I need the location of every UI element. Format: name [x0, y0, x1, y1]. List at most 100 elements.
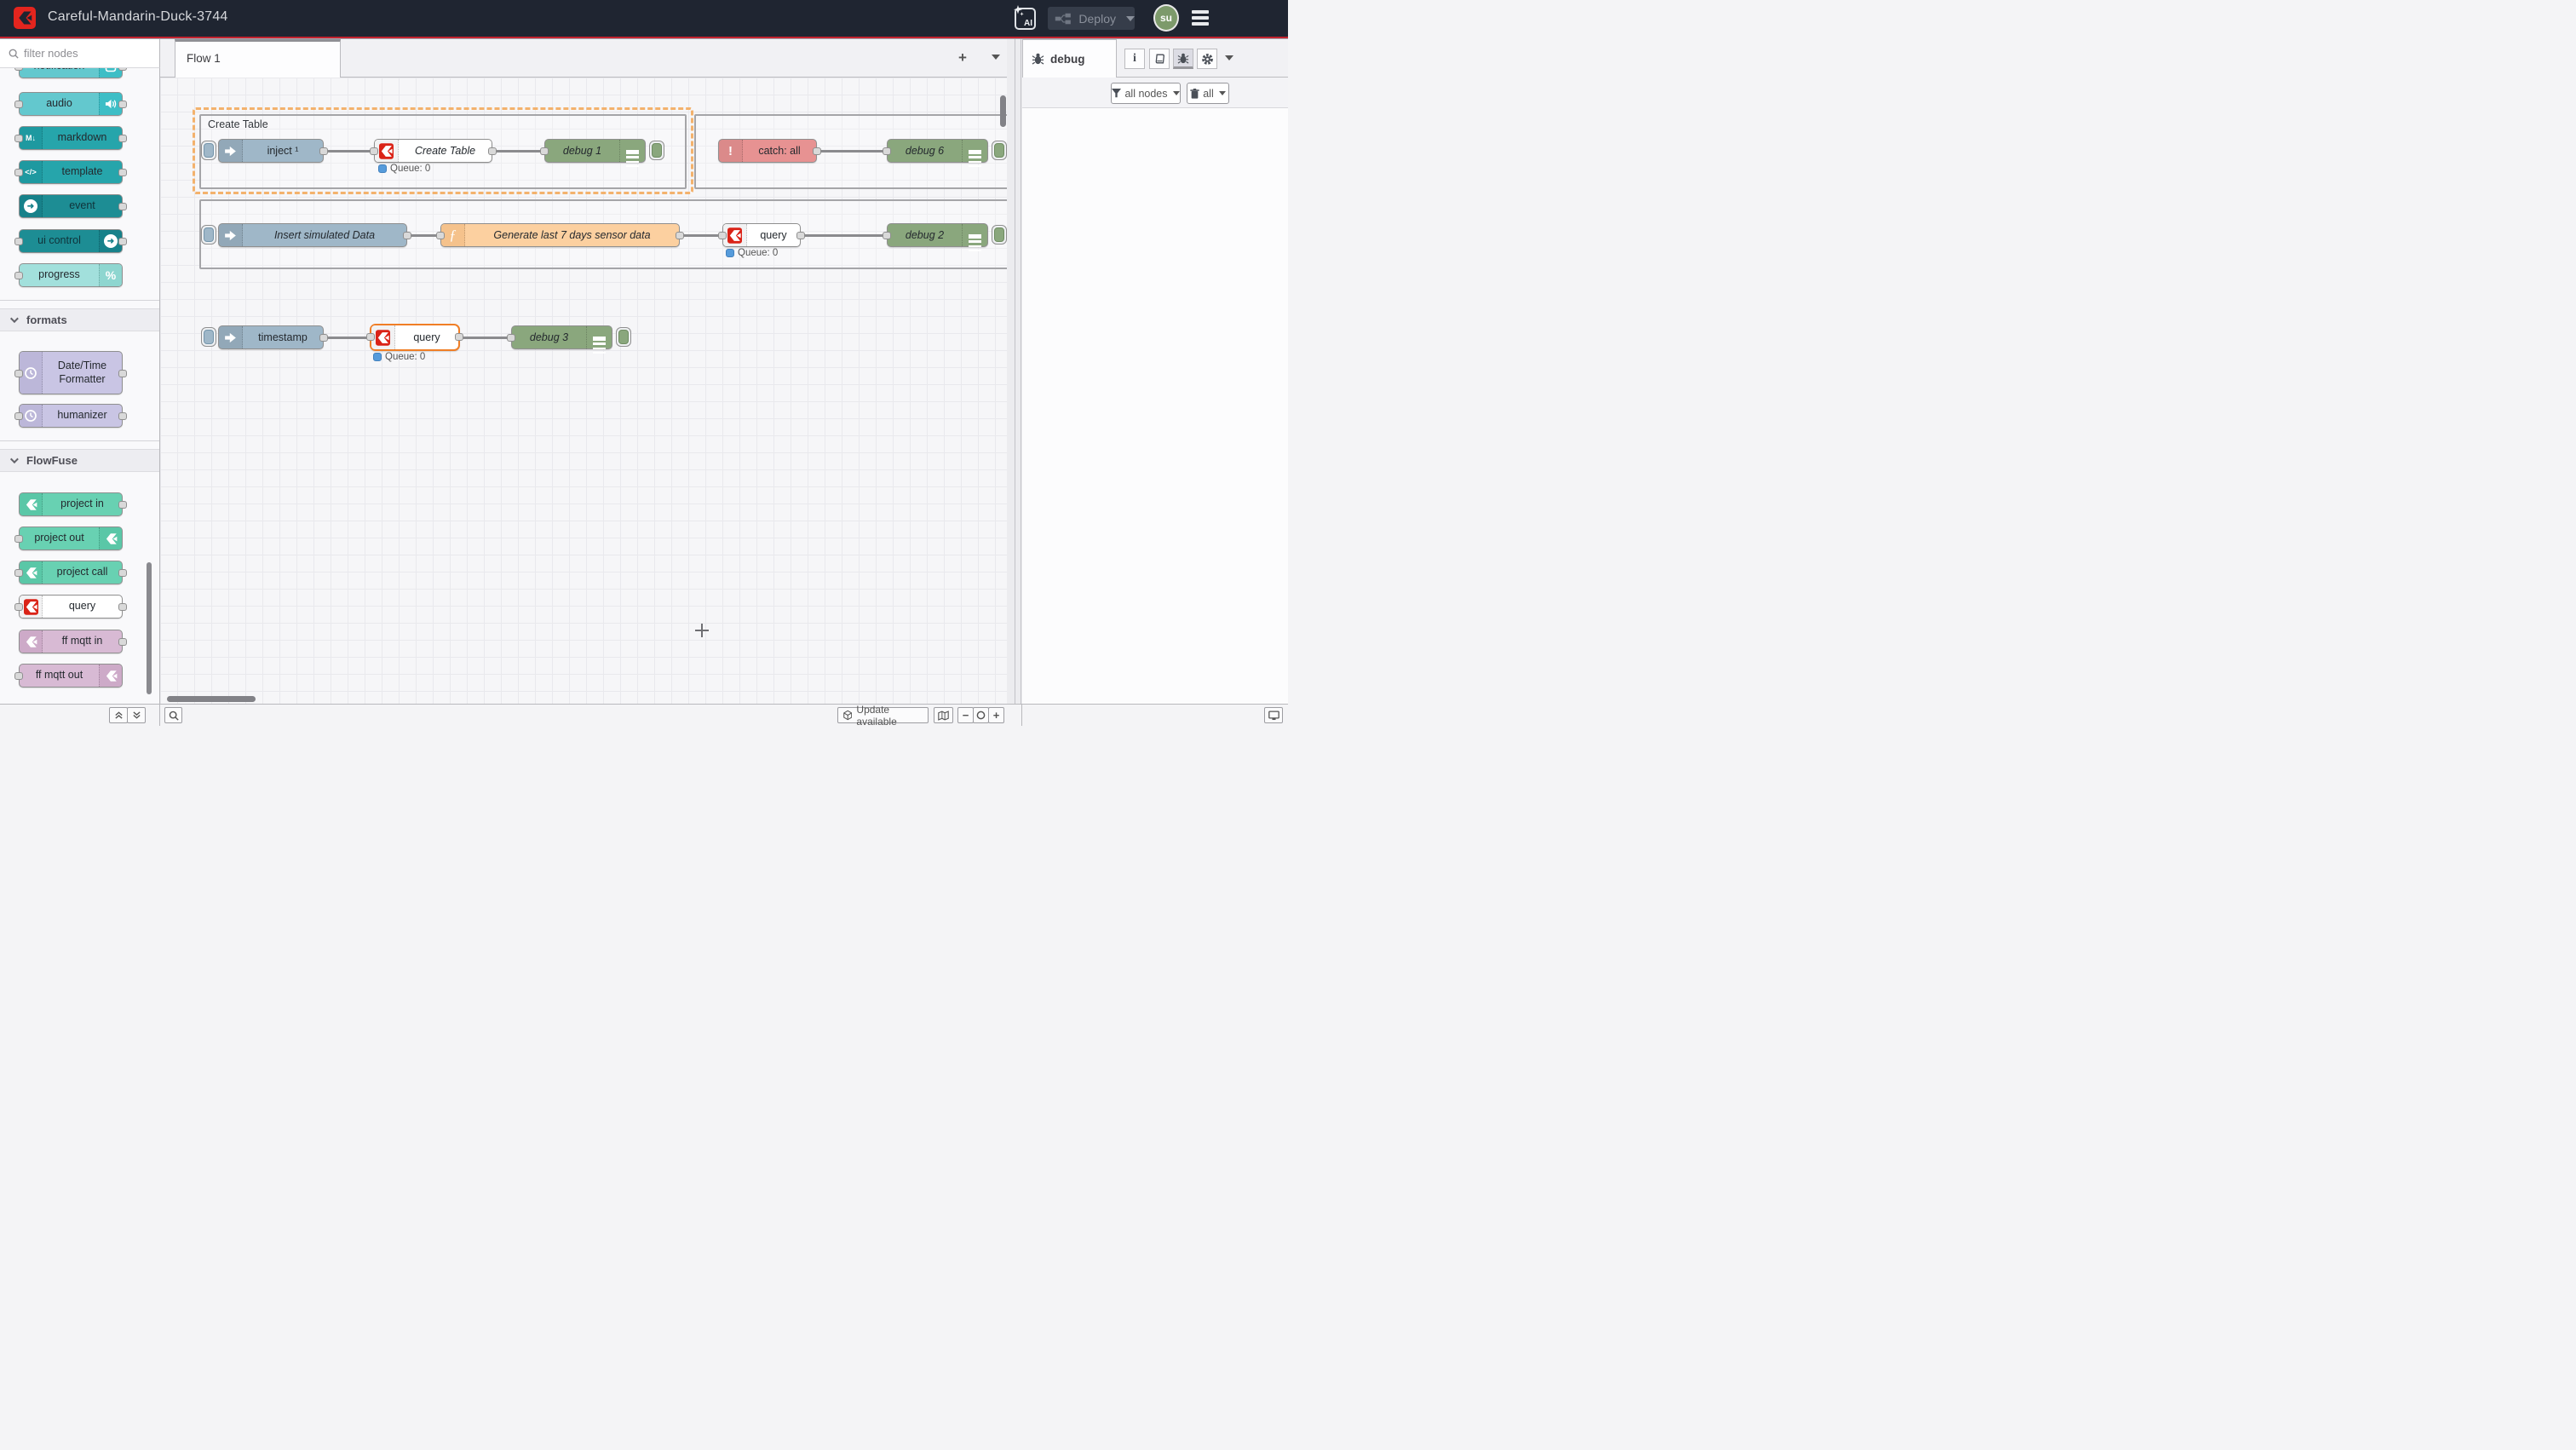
flow-list-chevron[interactable]: [992, 55, 1000, 60]
user-avatar[interactable]: su: [1153, 4, 1179, 32]
search-icon: [169, 711, 179, 721]
debug-messages-panel: [1022, 108, 1288, 704]
node-query-2[interactable]: query: [722, 223, 801, 247]
add-flow-button[interactable]: +: [954, 49, 971, 66]
node-query-3-selected[interactable]: query: [370, 324, 460, 351]
debug-clear-button[interactable]: all: [1187, 83, 1229, 104]
canvas-search-button[interactable]: [164, 707, 182, 723]
sidebar-resizer[interactable]: [1007, 39, 1022, 725]
palette-node-template[interactable]: </> template: [19, 160, 123, 184]
debug-filter-row: all nodes all: [1022, 78, 1288, 108]
palette-search[interactable]: [0, 39, 160, 68]
sidebar-options-chevron[interactable]: [1225, 55, 1233, 60]
canvas-vertical-scrollbar[interactable]: [1000, 95, 1006, 127]
status-dot: [726, 249, 734, 257]
instance-title: Careful-Mandarin-Duck-3744: [48, 9, 228, 25]
palette-node-ui-control[interactable]: ui control ➜: [19, 229, 123, 253]
funnel-icon: [1112, 89, 1121, 98]
palette-node-humanizer[interactable]: humanizer: [19, 404, 123, 428]
debug-toggle-button[interactable]: [649, 141, 664, 160]
trash-icon: [1190, 89, 1199, 99]
info-tab-button[interactable]: i: [1124, 49, 1145, 69]
tab-flow-1[interactable]: Flow 1: [175, 39, 341, 78]
palette-section-flowfuse[interactable]: FlowFuse: [0, 449, 159, 472]
header-bar: Careful-Mandarin-Duck-3744 AI Deploy su: [0, 0, 1288, 37]
flow-tab-bar: Flow 1 +: [160, 39, 1022, 78]
function-icon: ƒ: [441, 224, 465, 246]
palette-node-query[interactable]: query: [19, 595, 123, 619]
palette-scrollbar[interactable]: [147, 562, 152, 694]
node-status: Queue: 0: [373, 352, 425, 362]
zoom-reset-button[interactable]: [973, 707, 989, 723]
inject-arrow-icon: [219, 326, 243, 348]
palette-node-datetime-formatter[interactable]: Date/Time Formatter: [19, 351, 123, 394]
debug-sidebar-icon: [586, 326, 612, 348]
info-icon: i: [1133, 52, 1136, 66]
palette-node-notification[interactable]: notification: [19, 68, 123, 78]
wire[interactable]: [819, 150, 887, 152]
node-inject-1[interactable]: inject ¹: [218, 139, 324, 163]
dashboard-button[interactable]: [1264, 707, 1283, 723]
palette-node-project-call[interactable]: project call: [19, 561, 123, 584]
palette-node-event[interactable]: ➜ event: [19, 194, 123, 218]
palette-expand-all-button[interactable]: [127, 707, 146, 723]
node-generate-sensor-data[interactable]: ƒ Generate last 7 days sensor data: [440, 223, 680, 247]
zoom-in-button[interactable]: +: [988, 707, 1004, 723]
palette-divider: [0, 300, 159, 301]
flowfuse-red-icon: [723, 224, 747, 246]
code-icon: </>: [20, 161, 43, 183]
inject-trigger-button[interactable]: [201, 225, 216, 245]
debug-tab-button[interactable]: [1173, 49, 1193, 69]
node-timestamp[interactable]: timestamp: [218, 325, 324, 349]
node-debug-3[interactable]: debug 3: [511, 325, 612, 349]
palette-node-ff-mqtt-in[interactable]: ff mqtt in: [19, 630, 123, 653]
chevron-down-icon: [1173, 91, 1180, 95]
chevron-down-icon: [10, 314, 19, 323]
debug-toggle-button[interactable]: [616, 327, 631, 347]
deploy-button[interactable]: Deploy: [1048, 7, 1135, 30]
percent-icon: %: [99, 264, 122, 286]
node-catch-all[interactable]: ! catch: all: [718, 139, 817, 163]
palette-section-formats[interactable]: formats: [0, 308, 159, 331]
debug-toggle-button[interactable]: [992, 225, 1007, 245]
map-icon: [938, 711, 949, 721]
search-icon: [9, 49, 19, 59]
node-debug-2[interactable]: debug 2: [887, 223, 988, 247]
zoom-out-button[interactable]: −: [957, 707, 974, 723]
debug-sidebar-icon: [619, 140, 645, 162]
deploy-options-chevron[interactable]: [1126, 16, 1135, 21]
palette-node-progress[interactable]: progress %: [19, 263, 123, 287]
palette-filter-input[interactable]: [24, 47, 143, 60]
debug-filter-button[interactable]: all nodes: [1111, 83, 1181, 104]
palette-divider: [0, 440, 159, 441]
arrow-circle-icon: ➜: [20, 195, 43, 217]
inject-trigger-button[interactable]: [201, 141, 216, 160]
palette-collapse-all-button[interactable]: [109, 707, 128, 723]
palette-node-project-out[interactable]: project out: [19, 526, 123, 550]
debug-sidebar-icon: [962, 140, 987, 162]
sidebar-tab-debug[interactable]: debug: [1022, 39, 1117, 78]
palette-node-ff-mqtt-out[interactable]: ff mqtt out: [19, 664, 123, 688]
flow-canvas[interactable]: Create Table inject ¹ Create Table Queue…: [160, 78, 1007, 704]
palette-node-markdown[interactable]: M↓ markdown: [19, 126, 123, 150]
main-menu-button[interactable]: [1192, 10, 1209, 28]
palette-node-project-in[interactable]: project in: [19, 492, 123, 516]
update-available-button[interactable]: Update available: [837, 707, 929, 723]
help-tab-button[interactable]: [1149, 49, 1170, 69]
double-chevron-down-icon: [132, 711, 141, 720]
node-debug-6[interactable]: debug 6: [887, 139, 988, 163]
palette-node-audio[interactable]: audio: [19, 92, 123, 116]
bug-icon: [1032, 53, 1044, 65]
inject-trigger-button[interactable]: [201, 327, 216, 347]
debug-toggle-button[interactable]: [992, 141, 1007, 160]
ai-assistant-button[interactable]: AI: [1015, 8, 1036, 30]
node-insert-simulated-data[interactable]: Insert simulated Data: [218, 223, 407, 247]
config-tab-button[interactable]: [1197, 49, 1217, 69]
navigator-button[interactable]: [934, 707, 953, 723]
node-palette: notification audio M↓ markdown </> templ…: [0, 68, 160, 704]
canvas-horizontal-scrollbar[interactable]: [167, 696, 256, 702]
node-debug-1[interactable]: debug 1: [544, 139, 646, 163]
wire[interactable]: [802, 234, 890, 237]
flowfuse-icon: [99, 527, 122, 550]
node-create-table[interactable]: Create Table: [374, 139, 492, 163]
